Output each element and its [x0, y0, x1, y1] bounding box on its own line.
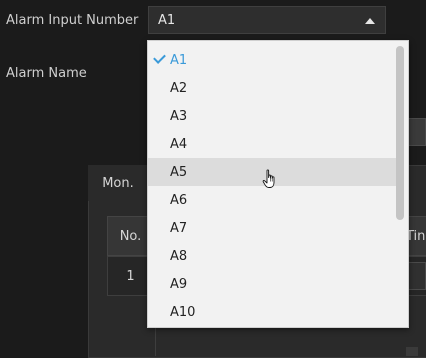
time-input[interactable] [408, 262, 426, 290]
alarm-input-dropdown: A1 A2 A3 A4 A5 A6 A7 A8 A9 A10 [147, 40, 409, 328]
alarm-input-number-value: A1 [158, 12, 176, 28]
dropdown-option-a4[interactable]: A4 [148, 130, 398, 158]
dropdown-option-a9[interactable]: A9 [148, 270, 398, 298]
dropdown-option-a7[interactable]: A7 [148, 214, 398, 242]
tab-mon[interactable]: Mon. [88, 165, 148, 201]
dropdown-option-a6[interactable]: A6 [148, 186, 398, 214]
dropdown-option-a8[interactable]: A8 [148, 242, 398, 270]
dropdown-option-label: A6 [170, 192, 188, 208]
dropdown-scrollbar-thumb[interactable] [396, 46, 404, 220]
dropdown-option-label: A8 [170, 248, 188, 264]
dropdown-option-label: A2 [170, 80, 188, 96]
side-button[interactable] [408, 118, 426, 146]
bottom-edge-control [406, 347, 418, 356]
dropdown-option-a2[interactable]: A2 [148, 74, 398, 102]
alarm-name-label: Alarm Name [6, 66, 87, 81]
alarm-input-number-select[interactable]: A1 [148, 6, 386, 34]
hand-pointer-icon [262, 169, 275, 188]
dropdown-option-a3[interactable]: A3 [148, 102, 398, 130]
dropdown-option-label: A1 [170, 52, 188, 68]
dropdown-option-label: A7 [170, 220, 188, 236]
dropdown-option-label: A9 [170, 276, 188, 292]
check-icon [153, 51, 166, 64]
column-header-time: Tin [406, 228, 426, 244]
dropdown-option-label: A3 [170, 108, 188, 124]
caret-up-icon [365, 18, 375, 24]
dropdown-option-a1[interactable]: A1 [148, 46, 398, 74]
dropdown-option-label: A10 [170, 304, 196, 320]
alarm-input-number-label: Alarm Input Number [6, 13, 139, 28]
dropdown-option-label: A4 [170, 136, 188, 152]
dropdown-option-a10[interactable]: A10 [148, 298, 398, 326]
dropdown-option-label: A5 [170, 164, 188, 180]
